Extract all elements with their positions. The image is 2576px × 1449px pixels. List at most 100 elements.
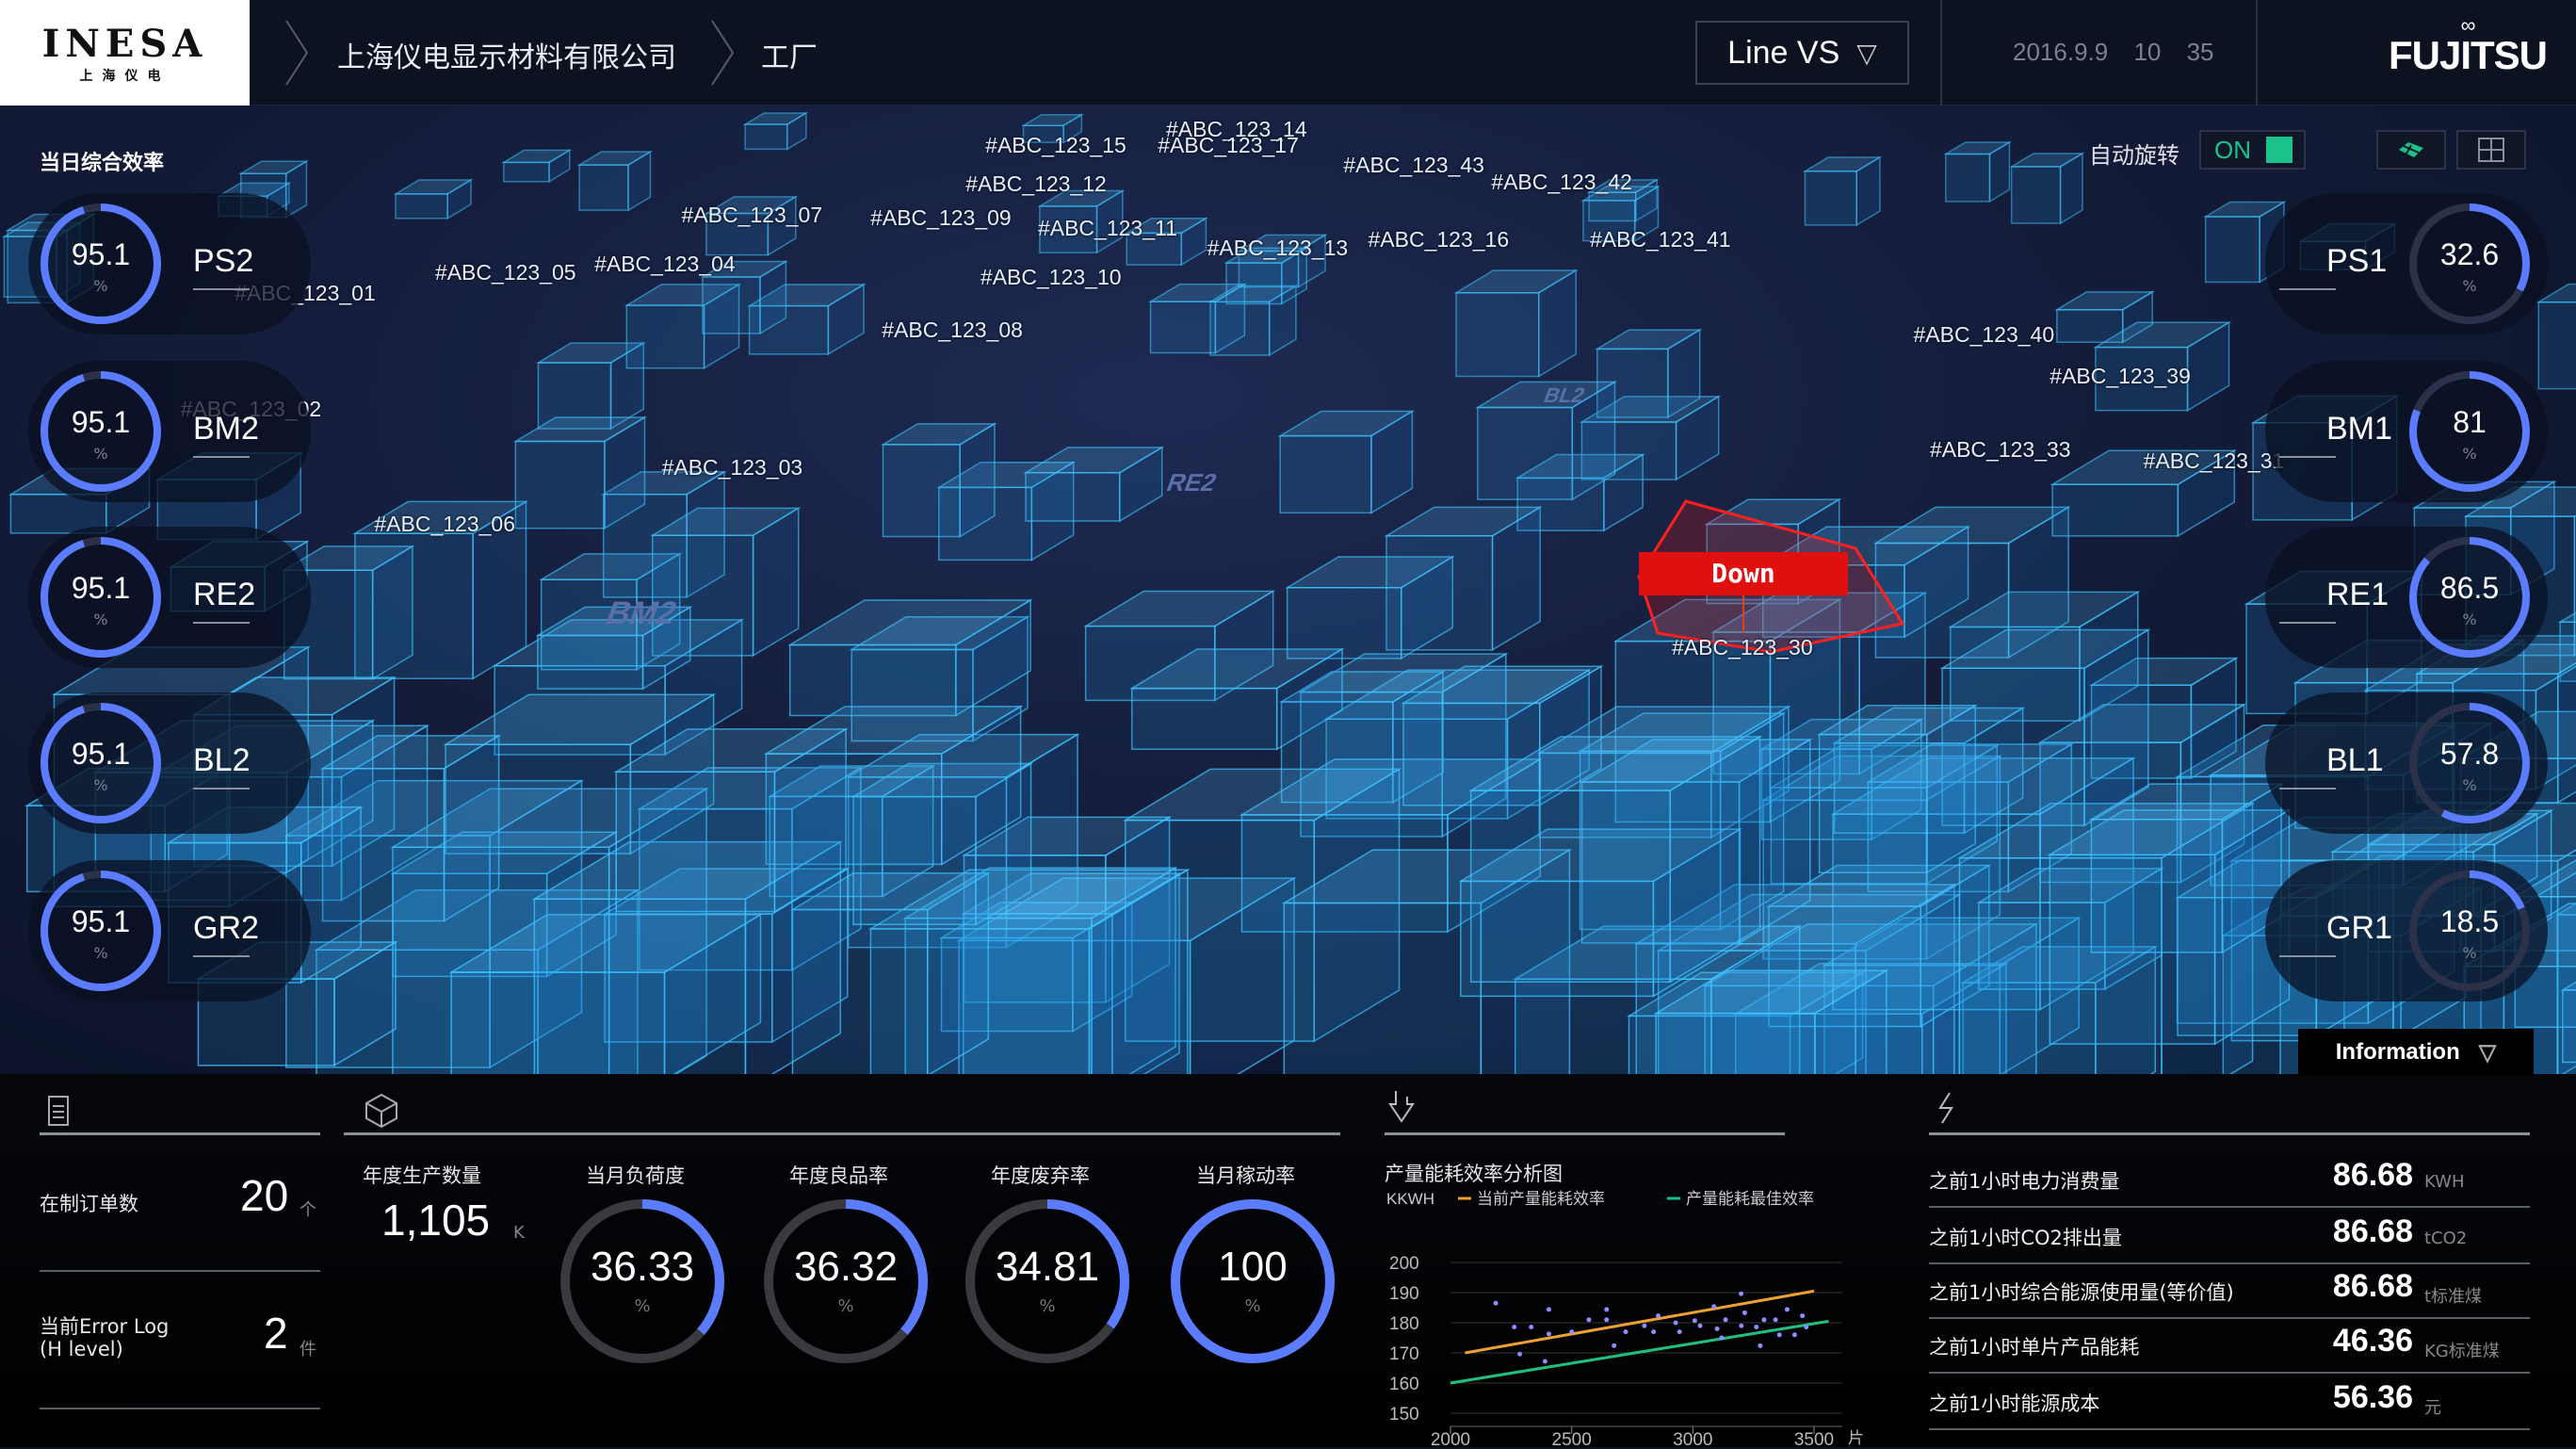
- row-divider: [40, 1270, 320, 1272]
- view-3d-button[interactable]: [2376, 130, 2446, 170]
- equipment-box: [2535, 283, 2576, 390]
- equipment-tag[interactable]: #ABC_123_07: [682, 203, 823, 228]
- info-label: 之前1小时综合能源使用量(等价值): [1929, 1281, 2234, 1304]
- auto-rotate-label: 自动旋转: [2089, 142, 2179, 169]
- alert-equipment-tag[interactable]: #ABC_123_30: [1672, 635, 1813, 660]
- view-grid-button[interactable]: [2456, 130, 2526, 170]
- scatter-point: [1493, 1300, 1499, 1306]
- scatter-point: [1711, 1304, 1717, 1310]
- line-select-value: Line VS: [1727, 34, 1840, 71]
- gauge-unit: %: [2462, 776, 2477, 794]
- error-log-level: (H level): [40, 1338, 123, 1360]
- label-underline: [2279, 622, 2336, 624]
- equipment-box: [1147, 283, 1248, 354]
- row-divider: [1929, 1372, 2530, 1374]
- scatter-point: [1739, 1291, 1744, 1296]
- equipment-tag[interactable]: #ABC_123_33: [1930, 437, 2071, 463]
- line-label-bl2[interactable]: BL2: [193, 742, 251, 779]
- info-unit: KWH: [2424, 1172, 2465, 1192]
- equipment-tag[interactable]: #ABC_123_11: [1038, 216, 1177, 241]
- scatter-point: [1697, 1323, 1703, 1328]
- info-unit: 元: [2424, 1398, 2441, 1418]
- legend-label: 产量能耗最佳效率: [1686, 1190, 1814, 1209]
- label-underline: [2279, 288, 2336, 290]
- line-label-bl1[interactable]: BL1: [2326, 742, 2384, 779]
- row-divider: [1929, 1317, 2530, 1319]
- label-underline: [193, 288, 250, 290]
- y-axis-label: KKWH: [1386, 1190, 1434, 1208]
- equipment-tag[interactable]: #ABC_123_43: [1343, 153, 1484, 178]
- line-label-re1[interactable]: RE1: [2326, 577, 2389, 613]
- equipment-tag[interactable]: #ABC_123_06: [374, 512, 515, 537]
- information-dropdown[interactable]: Information ▽: [2298, 1029, 2534, 1076]
- section-divider: [344, 1132, 1340, 1135]
- production-label: 年度生产数量: [363, 1164, 481, 1187]
- breadcrumb-factory[interactable]: 工厂: [761, 34, 818, 75]
- label-underline: [193, 955, 250, 957]
- scatter-point: [1604, 1317, 1610, 1323]
- equipment-box: [613, 727, 849, 913]
- equipment-tag[interactable]: #ABC_123_42: [1491, 170, 1632, 195]
- line-label-ps2[interactable]: PS2: [193, 243, 253, 280]
- equipment-box: [1943, 140, 2013, 204]
- gauge-value: 95.1: [71, 405, 131, 439]
- line-label-ps1[interactable]: PS1: [2326, 243, 2387, 280]
- gauge-unit: %: [93, 611, 108, 628]
- section-divider: [1929, 1132, 2530, 1135]
- equipment-tag[interactable]: #ABC_123_05: [435, 260, 576, 285]
- gauge-unit: %: [2462, 277, 2477, 295]
- x-tick-label: 3000: [1673, 1430, 1712, 1449]
- kpi-value: 36.32: [793, 1244, 899, 1290]
- factory-3d-view[interactable]: #ABC_123_15 #ABC_123_14 #ABC_123_17 #ABC_12…: [0, 106, 2576, 1076]
- equipment-tag[interactable]: #ABC_123_40: [1914, 322, 2055, 348]
- gauge-unit: %: [93, 277, 108, 295]
- equipment-tag[interactable]: #ABC_123_04: [594, 252, 736, 277]
- equipment-tag[interactable]: #ABC_123_39: [2049, 364, 2191, 389]
- label-underline: [193, 622, 250, 624]
- line-label-bm2[interactable]: BM2: [193, 411, 259, 448]
- scatter-point: [1546, 1307, 1551, 1312]
- orders-unit: 个: [300, 1200, 316, 1220]
- cube-icon: [365, 1093, 397, 1129]
- toggle-knob: [2266, 137, 2292, 163]
- scatter-point: [1784, 1307, 1790, 1312]
- line-label-gr2[interactable]: GR2: [193, 910, 259, 947]
- equipment-box: [501, 149, 573, 184]
- lightning-icon: [1938, 1092, 1953, 1124]
- line-select-dropdown[interactable]: Line VS ▽: [1695, 21, 1909, 85]
- auto-rotate-toggle[interactable]: ON: [2199, 130, 2306, 170]
- time-text: 10 35: [2133, 38, 2214, 66]
- y-tick-label: 190: [1389, 1284, 1419, 1304]
- scatter-point: [1656, 1313, 1661, 1319]
- equipment-tag[interactable]: #ABC_123_12: [965, 171, 1107, 197]
- scatter-point: [1754, 1324, 1759, 1329]
- breadcrumb-company[interactable]: 上海仪电显示材料有限公司: [337, 34, 676, 75]
- section-divider: [1385, 1132, 1785, 1135]
- line-label-re2[interactable]: RE2: [193, 577, 255, 613]
- line-label-gr1[interactable]: GR1: [2326, 910, 2392, 947]
- down-alert-badge[interactable]: Down: [1639, 552, 1848, 595]
- equipment-tag[interactable]: #ABC_123_13: [1207, 236, 1349, 261]
- y-tick-label: 180: [1389, 1314, 1419, 1334]
- label-underline: [2279, 456, 2336, 458]
- gauge-value: 95.1: [71, 904, 131, 938]
- equipment-tag[interactable]: #ABC_123_03: [662, 455, 803, 480]
- section-divider: [40, 1132, 320, 1135]
- equipment-tag[interactable]: #ABC_123_08: [882, 317, 1023, 343]
- equipment-tag[interactable]: #ABC_123_31: [2144, 448, 2285, 474]
- line-label-bm1[interactable]: BM1: [2326, 411, 2392, 448]
- equipment-tag[interactable]: #ABC_123_10: [980, 265, 1122, 290]
- inesa-logo[interactable]: INESA 上海仪电: [0, 0, 250, 106]
- equipment-tag[interactable]: #ABC_123_09: [870, 205, 1012, 231]
- equipment-tag[interactable]: #ABC_123_41: [1590, 227, 1731, 252]
- equipment-box: [2088, 782, 2284, 954]
- kpi-value: 36.33: [590, 1244, 695, 1290]
- equipment-tag[interactable]: #ABC_123_15: [985, 133, 1126, 158]
- equipment-tag[interactable]: #ABC_123_17: [1158, 133, 1299, 158]
- row-divider: [1929, 1428, 2530, 1430]
- equipment-tag[interactable]: #ABC_123_16: [1369, 227, 1510, 252]
- equipment-box: [576, 150, 654, 212]
- scatter-point: [1761, 1317, 1767, 1323]
- chart-title: 产量能耗效率分析图: [1385, 1163, 1563, 1185]
- label-underline: [2279, 955, 2336, 957]
